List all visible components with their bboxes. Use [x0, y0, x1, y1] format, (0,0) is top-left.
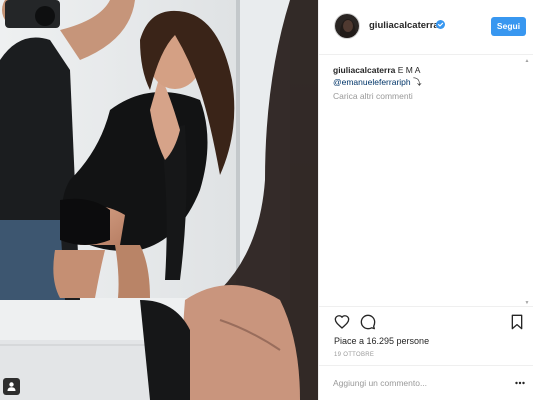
caption-username[interactable]: giuliacalcaterra: [333, 65, 395, 75]
post-sidebar: giuliacalcaterra Segui giuliacalcaterra …: [318, 0, 533, 400]
likes-count[interactable]: Piace a 16.295 persone: [334, 336, 429, 346]
caption: giuliacalcaterra E M A @emanueleferrarip…: [333, 64, 518, 88]
avatar-image: [335, 14, 359, 38]
post-photo[interactable]: [0, 0, 318, 400]
comment-input[interactable]: [333, 376, 503, 390]
tagged-people-button[interactable]: [3, 378, 20, 395]
heart-icon[interactable]: [334, 314, 350, 330]
comment-bubble-icon[interactable]: [360, 314, 376, 330]
follow-button[interactable]: Segui: [491, 17, 526, 36]
bookmark-icon[interactable]: [509, 314, 525, 330]
post-header: giuliacalcaterra Segui: [319, 0, 533, 55]
username[interactable]: giuliacalcaterra: [369, 20, 439, 31]
caption-mention[interactable]: @emanueleferrariph: [333, 77, 411, 87]
avatar[interactable]: [334, 13, 360, 39]
person-tag-icon: [7, 382, 16, 391]
more-options-icon[interactable]: [515, 380, 525, 386]
post-image: [0, 0, 318, 400]
comments-scrollbar[interactable]: ▲ ▼: [524, 58, 530, 306]
caption-emoji: ⤵: [410, 77, 422, 87]
verified-badge-icon: [436, 20, 445, 29]
comment-box: [319, 365, 533, 400]
load-more-comments[interactable]: Carica altri commenti: [333, 91, 413, 101]
caption-text: E M A: [395, 65, 421, 75]
scroll-up-arrow-icon[interactable]: ▲: [524, 58, 530, 64]
divider: [319, 306, 533, 307]
post-date: 19 OTTOBRE: [334, 352, 375, 358]
